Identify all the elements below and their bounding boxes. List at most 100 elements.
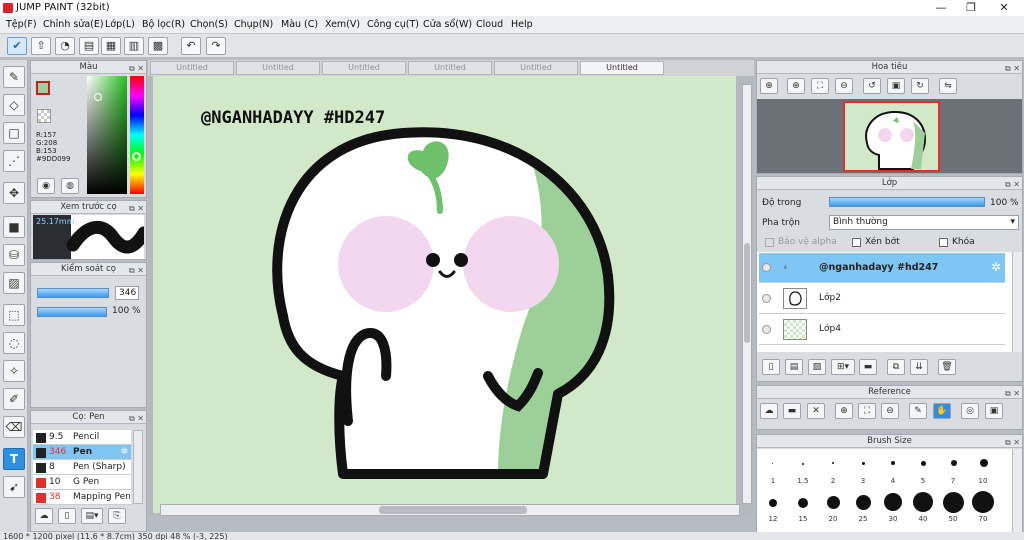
document-icon[interactable]: ▦ — [101, 37, 121, 55]
merge-layer-icon[interactable]: ⇊ — [910, 359, 928, 375]
sv-picker-handle[interactable] — [94, 93, 102, 101]
tab-untitled-active[interactable]: Untitled — [580, 61, 664, 75]
magic-wand-icon[interactable]: ✧ — [3, 360, 25, 382]
message-icon[interactable]: ▤ — [79, 37, 99, 55]
layer-settings-icon[interactable]: ✲ — [991, 260, 1001, 274]
tab-untitled-4[interactable]: Untitled — [408, 61, 492, 75]
menu-tools[interactable]: Công cụ(T) — [367, 19, 419, 30]
menu-color[interactable]: Màu (C) — [281, 19, 318, 30]
size-dot[interactable] — [913, 492, 933, 512]
new-folder-icon[interactable]: ▬ — [859, 359, 877, 375]
brush-item[interactable]: 8 Pen (Sharp) — [33, 460, 131, 475]
panel-menu-icon[interactable]: ⧉ ✕ — [1005, 436, 1020, 449]
size-dot[interactable] — [862, 462, 865, 465]
brush-cloud-icon[interactable]: ☁ — [35, 508, 53, 524]
undo-icon[interactable]: ↶ — [181, 37, 201, 55]
brush-tool-icon[interactable]: ✎ — [3, 66, 25, 88]
flip-icon[interactable]: ⇋ — [939, 78, 957, 94]
share-icon[interactable]: ⇧ — [31, 37, 51, 55]
move-tool-icon[interactable]: ✥ — [3, 182, 25, 204]
brush-copy-icon[interactable]: ⎘ — [108, 508, 126, 524]
dot-pen-icon[interactable]: ⋰ — [3, 150, 25, 172]
size-dot[interactable] — [921, 461, 926, 466]
reference-zoom-out-icon[interactable]: ⊖ — [881, 403, 899, 419]
protect-alpha-checkbox[interactable] — [765, 238, 774, 247]
rectangle-select-icon[interactable]: □ — [3, 122, 25, 144]
brush-item[interactable]: 9.5 Pencil — [33, 430, 131, 445]
layer-visibility-icon[interactable] — [762, 263, 771, 272]
layer-row[interactable]: Lớp4 — [759, 315, 1005, 345]
reset-view-icon[interactable]: ▣ — [887, 78, 905, 94]
new-halftone-layer-icon[interactable]: ▧ — [808, 359, 826, 375]
new-layer-color-icon[interactable]: ▤ — [785, 359, 803, 375]
size-dot[interactable] — [772, 463, 773, 464]
canvas-hscroll-thumb[interactable] — [379, 506, 527, 514]
size-dot[interactable] — [943, 492, 964, 513]
size-dot[interactable] — [832, 462, 834, 464]
brush-size-scrollbar[interactable] — [1012, 449, 1022, 535]
delete-layer-icon[interactable]: 🗑 — [938, 359, 956, 375]
brush-item-selected[interactable]: 346 Pen ✲ — [33, 445, 131, 460]
size-dot[interactable] — [884, 493, 902, 511]
layer-row[interactable]: Lớp2 — [759, 284, 1005, 314]
panel-menu-icon[interactable]: ⧉ ✕ — [1005, 178, 1020, 191]
size-dot[interactable] — [802, 463, 804, 465]
menu-file[interactable]: Tệp(F) — [6, 19, 37, 30]
layer-row-selected[interactable]: A @nganhadayy #hd247 ✲ — [759, 253, 1005, 283]
cloud-sync-icon[interactable]: ✔ — [7, 37, 27, 55]
canvas-vertical-scrollbar[interactable] — [742, 84, 752, 504]
new-layer-icon[interactable]: ▯ — [762, 359, 780, 375]
layer-add-menu-icon[interactable]: ⊞▾ — [831, 359, 855, 375]
zoom-in-icon[interactable]: ⊕ — [760, 78, 778, 94]
panel-menu-icon[interactable]: ⧉ ✕ — [129, 62, 144, 75]
operation-tool-icon[interactable]: ➹ — [3, 476, 25, 498]
redo-icon[interactable]: ↷ — [206, 37, 226, 55]
reference-reset-icon[interactable]: ▣ — [985, 403, 1003, 419]
clipping-checkbox[interactable] — [852, 238, 861, 247]
fill-rect-icon[interactable]: ■ — [3, 216, 25, 238]
panel-menu-icon[interactable]: ⧉ ✕ — [129, 202, 144, 215]
reference-eyedropper-icon[interactable]: ✎ — [909, 403, 927, 419]
reference-close-icon[interactable]: ✕ — [807, 403, 825, 419]
panel-menu-icon[interactable]: ⧉ ✕ — [129, 412, 144, 425]
select-rect-icon[interactable]: ⬚ — [3, 304, 25, 326]
zoom-out-icon[interactable]: ⊖ — [835, 78, 853, 94]
tab-untitled-2[interactable]: Untitled — [236, 61, 320, 75]
grid-tools-icon[interactable]: ▩ — [148, 37, 168, 55]
brush-size-input[interactable]: 346 — [115, 286, 139, 300]
layer-visibility-icon[interactable] — [762, 294, 771, 303]
size-dot[interactable] — [827, 496, 840, 509]
hue-slider[interactable] — [130, 76, 144, 194]
size-dot[interactable] — [798, 498, 808, 508]
close-button[interactable]: ✕ — [988, 0, 1020, 16]
size-dot[interactable] — [951, 460, 957, 466]
layer-opacity-slider[interactable] — [829, 197, 985, 207]
select-eraser-icon[interactable]: ⌫ — [3, 416, 25, 438]
brush-item[interactable]: 10 G Pen — [33, 475, 131, 490]
menu-cloud[interactable]: Cloud — [476, 19, 503, 30]
text-tool-icon[interactable]: T — [3, 448, 25, 470]
fit-icon[interactable]: ⛶ — [811, 78, 829, 94]
panel-menu-icon[interactable]: ⧉ ✕ — [1005, 387, 1020, 400]
comment-icon[interactable]: ◔ — [55, 37, 75, 55]
size-dot[interactable] — [856, 495, 871, 510]
new-brush-icon[interactable]: ▯ — [58, 508, 76, 524]
color-mix-icon[interactable]: ◉ — [37, 178, 55, 194]
brush-opacity-slider[interactable] — [37, 307, 107, 317]
lock-checkbox[interactable] — [939, 238, 948, 247]
transparent-color-swatch[interactable] — [37, 109, 51, 123]
select-pen-icon[interactable]: ✐ — [3, 388, 25, 410]
gradient-tool-icon[interactable]: ▨ — [3, 272, 25, 294]
layer-list-scrollbar[interactable] — [1012, 252, 1022, 352]
bucket-tool-icon[interactable]: ⛁ — [3, 244, 25, 266]
reference-hand-icon[interactable]: ✋ — [933, 403, 951, 419]
menu-filter[interactable]: Bộ lọc(R) — [142, 19, 185, 30]
tab-untitled-1[interactable]: Untitled — [150, 61, 234, 75]
brush-settings-icon[interactable]: ✲ — [120, 445, 128, 460]
minimize-button[interactable]: — — [925, 0, 957, 16]
canvas-horizontal-scrollbar[interactable] — [160, 504, 740, 516]
tab-untitled-5[interactable]: Untitled — [494, 61, 578, 75]
reference-open-icon[interactable]: ▬ — [783, 403, 801, 419]
layer-visibility-icon[interactable] — [762, 325, 771, 334]
reference-cloud-icon[interactable]: ☁ — [760, 403, 778, 419]
